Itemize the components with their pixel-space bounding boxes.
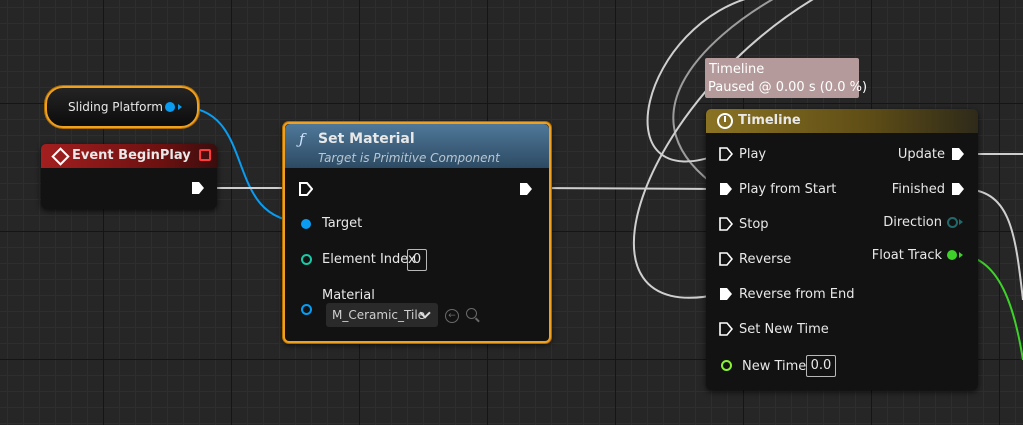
element-index-pin[interactable]	[301, 254, 312, 265]
direction-label: Direction	[883, 215, 942, 230]
finished-label: Finished	[891, 182, 945, 197]
variable-output-pin[interactable]	[165, 102, 175, 112]
exec-wire-play-from-start	[529, 187, 721, 190]
play-label: Play	[739, 147, 767, 162]
timeline-node[interactable]: Timeline Play Play from Start Stop Rever…	[706, 109, 978, 390]
material-dropdown-value: M_Ceramic_Tile	[332, 308, 426, 322]
finished-pin[interactable]	[951, 182, 965, 196]
timeline-bubble-title: Timeline	[709, 62, 765, 77]
update-label: Update	[897, 147, 945, 162]
use-selected-asset-icon[interactable]: ←	[445, 309, 459, 323]
new-time-pin[interactable]	[721, 360, 732, 371]
element-index-input[interactable]: 0	[407, 249, 427, 271]
set-new-time-pin[interactable]	[719, 322, 733, 336]
play-from-start-label: Play from Start	[739, 182, 837, 197]
float-track-pin-arrow	[959, 252, 963, 258]
material-pin[interactable]	[301, 304, 312, 315]
clock-hand	[724, 116, 726, 122]
reverse-from-end-label: Reverse from End	[739, 287, 855, 302]
new-time-input[interactable]: 0.0	[806, 355, 836, 377]
timeline-bubble-status: Paused @ 0.00 s (0.0 %)	[708, 80, 868, 95]
set-material-node[interactable]: ƒ Set Material Target is Primitive Compo…	[283, 122, 551, 343]
sliding-platform-variable-node[interactable]: Sliding Platform	[45, 86, 199, 128]
float-track-pin[interactable]	[947, 250, 957, 260]
reverse-label: Reverse	[739, 252, 792, 267]
element-index-label: Element Index	[322, 252, 416, 267]
reverse-from-end-pin[interactable]	[719, 287, 733, 301]
event-exec-output-pin[interactable]	[191, 181, 205, 195]
new-time-label: New Time	[742, 359, 807, 374]
variable-node-label: Sliding Platform	[68, 100, 163, 114]
variable-pin-arrow	[178, 104, 182, 110]
update-pin[interactable]	[951, 147, 965, 161]
set-material-subtitle: Target is Primitive Component	[318, 151, 500, 165]
timeline-status-bubble: Timeline Paused @ 0.00 s (0.0 %)	[705, 58, 867, 98]
play-pin[interactable]	[719, 147, 733, 161]
event-node-title: Event BeginPlay	[72, 148, 191, 163]
material-dropdown[interactable]: M_Ceramic_Tile	[326, 303, 438, 327]
set-material-title: Set Material	[318, 131, 415, 147]
direction-pin-arrow	[959, 219, 963, 225]
stop-pin[interactable]	[719, 217, 733, 231]
function-icon: ƒ	[299, 130, 305, 148]
set-new-time-label: Set New Time	[739, 322, 829, 337]
play-from-start-pin[interactable]	[719, 182, 733, 196]
event-beginplay-node[interactable]: Event BeginPlay	[41, 144, 217, 209]
search-icon-handle	[475, 317, 480, 323]
reverse-pin[interactable]	[719, 252, 733, 266]
float-track-label: Float Track	[871, 248, 942, 263]
set-material-exec-input-pin[interactable]	[299, 182, 313, 196]
material-pin-label: Material	[322, 288, 375, 303]
direction-pin[interactable]	[947, 217, 958, 228]
timeline-title: Timeline	[738, 113, 801, 128]
stop-label: Stop	[739, 217, 769, 232]
target-pin-label: Target	[322, 216, 363, 231]
set-material-exec-output-pin[interactable]	[519, 182, 533, 196]
delegate-square-icon	[199, 149, 211, 161]
target-pin[interactable]	[301, 219, 311, 229]
